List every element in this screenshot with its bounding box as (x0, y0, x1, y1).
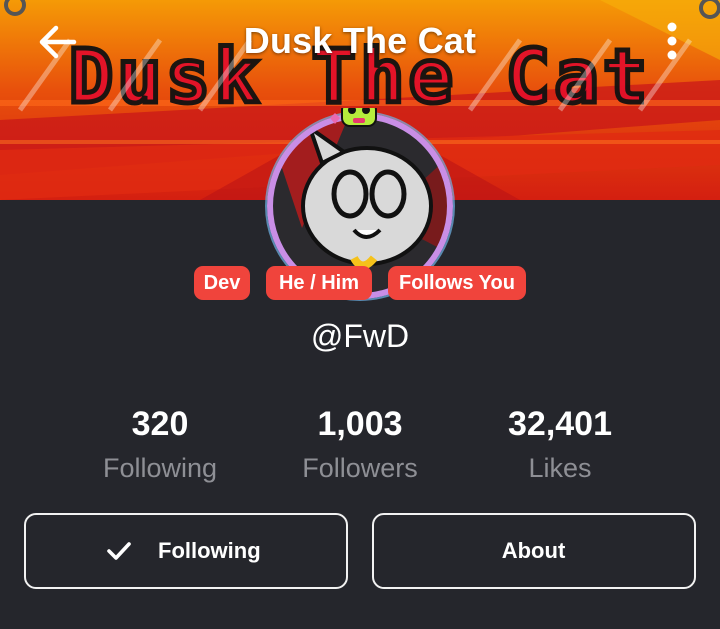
back-button[interactable] (34, 18, 82, 66)
following-button-label: Following (158, 538, 261, 563)
badge-follows-you: Follows You (388, 266, 526, 300)
stat-label: Likes (528, 453, 592, 483)
stat-likes[interactable]: 32,401 Likes (460, 402, 660, 490)
more-options-button[interactable] (650, 16, 694, 66)
stat-following[interactable]: 320 Following (60, 402, 260, 490)
profile-badges: Dev He / Him Follows You (0, 266, 720, 300)
top-app-bar: Dusk The Cat (0, 0, 720, 88)
stat-value: 32,401 (508, 405, 612, 443)
checkmark-icon (107, 542, 131, 560)
stat-label: Followers (302, 453, 418, 483)
username: @FwD (310, 318, 410, 354)
stat-label: Following (102, 453, 218, 483)
badge-pronouns: He / Him (266, 266, 372, 300)
stat-value: 1,003 (317, 405, 403, 443)
stat-followers[interactable]: 1,003 Followers (260, 402, 460, 490)
stat-value: 320 (131, 405, 189, 443)
more-vertical-icon (667, 22, 677, 60)
badge-dev: Dev (194, 266, 250, 300)
following-button[interactable]: Following (24, 513, 348, 589)
about-button[interactable]: About (372, 513, 696, 589)
about-button-label: About (501, 538, 566, 563)
arrow-left-icon (39, 25, 77, 59)
page-title: Dusk The Cat (243, 20, 477, 61)
